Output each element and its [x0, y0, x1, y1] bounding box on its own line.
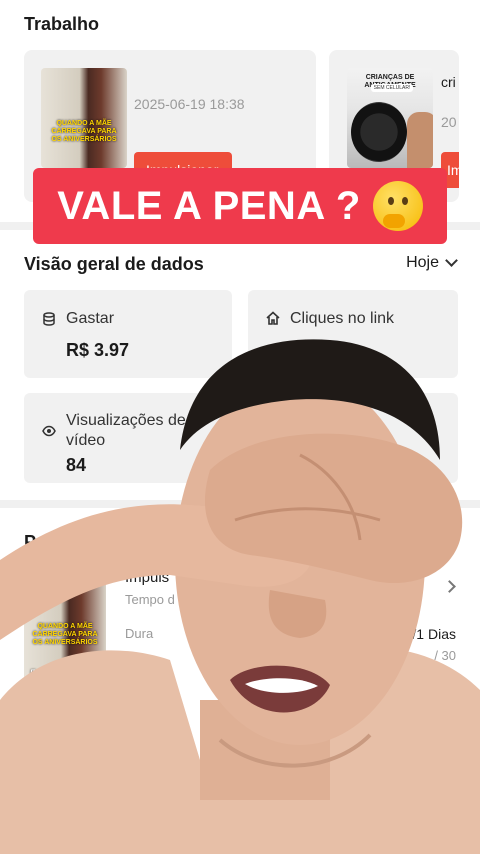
order-title[interactable]: Impuls: [125, 569, 169, 586]
order-metric: 0/ 30: [427, 804, 456, 819]
section-title-trabalho: Trabalho: [24, 14, 100, 34]
chevron-right-icon[interactable]: [443, 580, 456, 593]
thumbnail-caption: QUANDO A MÃE CARREGAVA PARA OS ANIVERSÁR…: [32, 623, 98, 646]
stat-card-spend[interactable]: Gastar R$ 3.97: [24, 290, 232, 378]
order-subtitle: Tempo d: [125, 592, 175, 607]
home-icon: [266, 311, 280, 325]
section-title-pedido: Pedido: [24, 532, 85, 552]
stat-card-video-views[interactable]: Visualizações de vídeo 84: [24, 393, 232, 483]
database-icon: [43, 312, 55, 326]
stat-value: 84: [66, 455, 87, 475]
order-thumbnail[interactable]: QUANDO A MÃE CARREGAVA PARA OS ANIVERSÁR…: [24, 567, 106, 685]
thumbnail-duration: 5 t: [30, 667, 44, 681]
banner-text: VALE A PENA ?: [57, 183, 361, 228]
section-title-overview: Visão geral de dados: [24, 254, 204, 274]
order-metric: 0: [448, 824, 456, 839]
work-title: cri an: [441, 74, 459, 90]
stat-card-link-clicks[interactable]: Cliques no link 0: [248, 290, 458, 378]
order-days-total: /1 Dias: [412, 626, 456, 642]
chevron-down-icon: [445, 254, 458, 267]
order-metric: 33: [441, 668, 456, 683]
video-thumbnail[interactable]: CRIANÇAS DE ANTIGAMENTE SEM CELULAR!: [347, 68, 433, 168]
order-days: 0/1 Dias: [405, 626, 456, 642]
thumbnail-caption: QUANDO A MÃE CARREGAVA PARA OS ANIVERSÁR…: [51, 120, 117, 143]
thinking-face-icon: [372, 181, 423, 231]
work-date: 2025-06-19 18:38: [134, 96, 245, 112]
stat-value: R$ 3.97: [66, 340, 130, 360]
mirror-shape: [351, 102, 407, 162]
period-label: Hoje: [406, 254, 439, 271]
person-shape: [407, 112, 433, 168]
video-thumbnail[interactable]: QUANDO A MÃE CARREGAVA PARA OS ANIVERSÁR…: [41, 68, 127, 168]
work-date: 20: [441, 114, 457, 130]
order-metric: / 30: [434, 648, 456, 663]
stat-label: Gastar: [66, 310, 115, 327]
stat-label: Visualizações de vídeo: [66, 412, 186, 449]
section-divider: [0, 500, 480, 508]
title-banner: VALE A PENA ?: [33, 168, 447, 244]
stat-label: Cliques no link: [290, 310, 395, 327]
thumbnail-badge: SEM CELULAR!: [371, 84, 413, 92]
stat-card[interactable]: [248, 393, 458, 483]
order-duration-label: Dura: [125, 626, 154, 641]
period-dropdown[interactable]: Hoje: [406, 254, 458, 272]
eye-icon: [42, 425, 56, 437]
stat-value: 0: [290, 340, 301, 360]
order-days: Dias: [429, 782, 456, 797]
